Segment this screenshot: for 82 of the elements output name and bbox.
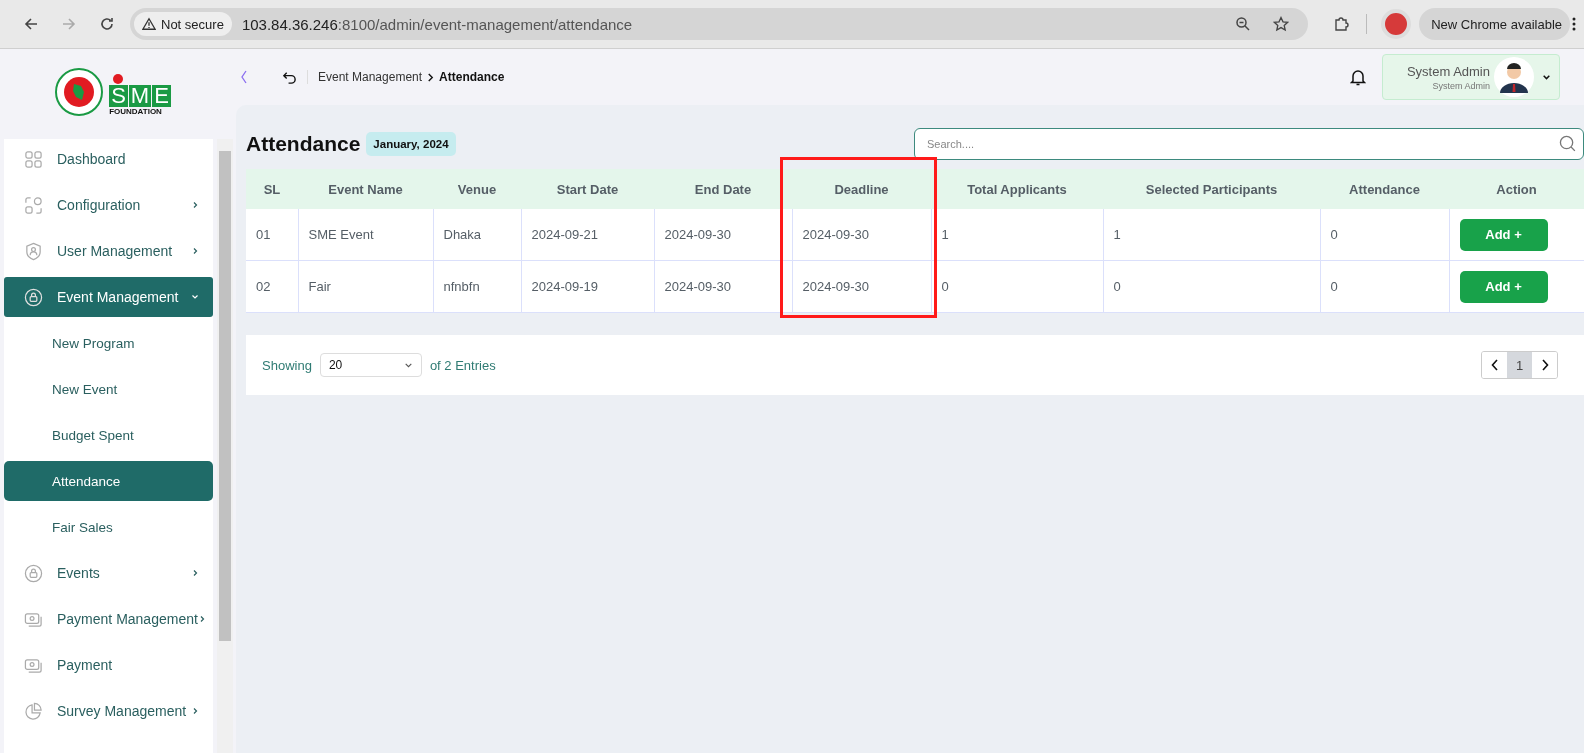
sidebar-item[interactable]: Event Management: [4, 277, 213, 317]
chevron-right-icon: [1540, 359, 1549, 371]
table-cell: SME Event: [298, 209, 433, 261]
reload-icon[interactable]: [99, 16, 115, 32]
sidebar-item[interactable]: Payment Management: [4, 599, 213, 639]
table-cell: 0: [1320, 209, 1449, 261]
page-size-select[interactable]: 20: [319, 353, 422, 377]
entries-label: of 2 Entries: [429, 357, 496, 373]
url-text: 103.84.36.246:8100/admin/event-management/attendance: [241, 15, 633, 33]
table-cell: 2024-09-30: [654, 209, 792, 261]
table-cell: 0: [1320, 260, 1449, 313]
lock-icon: [24, 563, 43, 583]
table-cell: 01: [246, 209, 298, 261]
sidebar-subitem[interactable]: New Program: [4, 323, 213, 363]
period-badge: January, 2024: [366, 132, 456, 156]
column-header: Start Date: [521, 169, 654, 209]
shield-icon: [24, 241, 43, 261]
scrollbar[interactable]: [217, 139, 233, 753]
security-chip[interactable]: Not secure: [134, 12, 232, 36]
notification-bell-icon[interactable]: [1350, 68, 1366, 86]
sidebar-item[interactable]: Payment: [4, 645, 213, 685]
table-cell: 1: [1103, 209, 1320, 261]
update-button[interactable]: New Chrome available: [1419, 8, 1570, 40]
user-name: System Admin: [1406, 63, 1490, 79]
sidebar-item[interactable]: User Management: [4, 231, 213, 271]
table-cell: 2024-09-30: [792, 209, 931, 261]
menu-icon[interactable]: [1572, 16, 1576, 32]
lock-icon: [24, 287, 43, 307]
column-header: SL: [246, 169, 298, 209]
extensions-icon[interactable]: [1333, 16, 1350, 32]
chevron-left-icon: [1490, 359, 1499, 371]
warning-icon: [142, 17, 156, 31]
table-cell: 2024-09-21: [521, 209, 654, 261]
column-header: Action: [1449, 169, 1584, 209]
table-cell: 2024-09-19: [521, 260, 654, 313]
avatar-silhouette: [1494, 57, 1534, 97]
collapse-sidebar-icon[interactable]: [240, 70, 248, 84]
table-cell: 2024-09-30: [654, 260, 792, 313]
table-cell: 02: [246, 260, 298, 313]
chevron-right-icon: [427, 72, 435, 82]
search-field[interactable]: Search....: [914, 128, 1584, 160]
column-header: Total Applicants: [931, 169, 1103, 209]
search-icon[interactable]: [1559, 135, 1576, 152]
address-bar[interactable]: Not secure 103.84.36.246:8100/admin/event-management/attendance: [130, 8, 1309, 40]
table-cell: 0: [1103, 260, 1320, 313]
security-label: Not secure: [161, 16, 224, 32]
column-header: Selected Participants: [1103, 169, 1320, 209]
column-header: End Date: [654, 169, 792, 209]
sidebar-item[interactable]: Events: [4, 553, 213, 593]
back-icon[interactable]: [23, 16, 39, 32]
table-cell: 1: [931, 209, 1103, 261]
breadcrumb-item: Attendance: [439, 70, 505, 84]
column-header: Deadline: [792, 169, 931, 209]
table-cell: Fair: [298, 260, 433, 313]
table-cell: Dhaka: [433, 209, 521, 261]
sidebar-item[interactable]: Configuration: [4, 185, 213, 225]
page-title: Attendance: [246, 132, 361, 156]
user-role: System Admin: [1432, 80, 1490, 91]
sidebar-subitem[interactable]: New Event: [4, 369, 213, 409]
bookmark-star-icon[interactable]: [1273, 16, 1290, 32]
column-header: Event Name: [298, 169, 433, 209]
sidebar-subitem[interactable]: Attendance: [4, 461, 213, 501]
profile-avatar[interactable]: [1381, 9, 1412, 39]
sidebar-item[interactable]: Survey Management: [4, 691, 213, 731]
table-cell: nfnbfn: [433, 260, 521, 313]
table-cell: 0: [931, 260, 1103, 313]
shapes-icon: [24, 195, 43, 215]
sidebar-item[interactable]: Dashboard: [4, 139, 213, 179]
grid-icon: [24, 149, 43, 169]
sidebar-subitem[interactable]: Budget Spent: [4, 415, 213, 455]
showing-label: Showing: [262, 357, 312, 373]
zoom-icon[interactable]: [1235, 16, 1252, 32]
breadcrumb-item[interactable]: Event Management: [318, 70, 423, 84]
table-cell: 2024-09-30: [792, 260, 931, 313]
column-header: Attendance: [1320, 169, 1449, 209]
user-menu[interactable]: System Admin System Admin: [1382, 54, 1560, 100]
pie-chart-icon: [24, 701, 43, 721]
page-button[interactable]: 1: [1507, 352, 1532, 378]
brand-logo: S M E FOUNDATION: [109, 68, 171, 116]
column-header: Venue: [433, 169, 521, 209]
sidebar-subitem[interactable]: Fair Sales: [4, 507, 213, 547]
emblem-icon: [55, 68, 104, 116]
